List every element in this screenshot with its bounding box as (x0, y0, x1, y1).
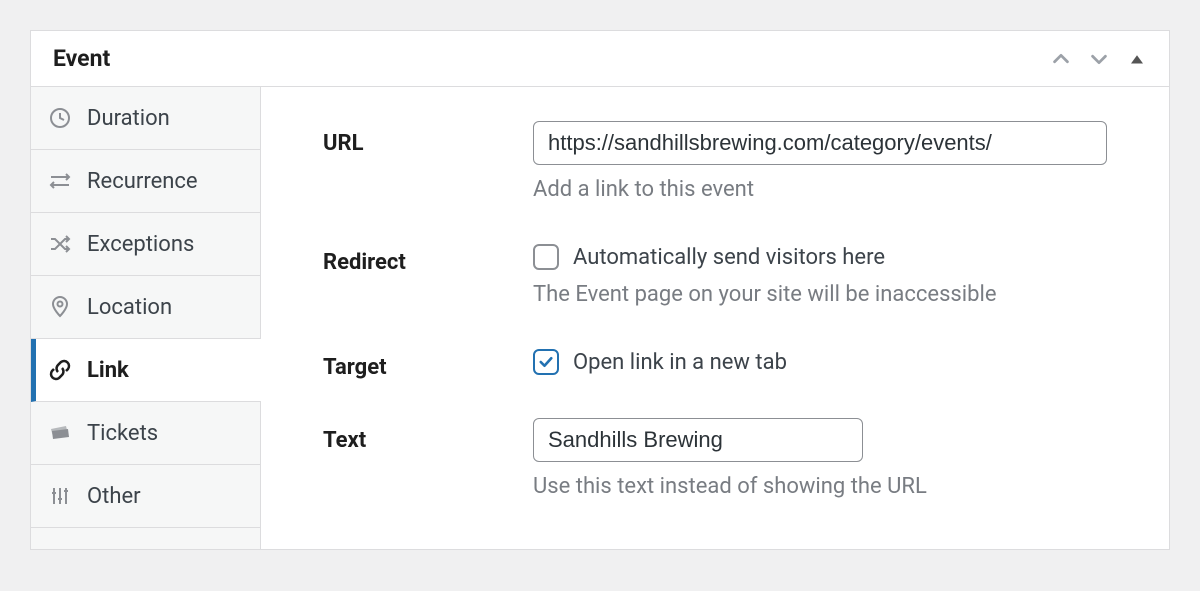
chevron-down-icon[interactable] (1087, 47, 1111, 71)
redirect-help: The Event page on your site will be inac… (533, 282, 1107, 307)
sidebar-item-label: Other (87, 484, 141, 509)
sidebar-item-label: Tickets (87, 421, 158, 446)
panel-body: Duration Recurrence Exceptions Location (31, 87, 1169, 549)
sidebar-item-recurrence[interactable]: Recurrence (31, 150, 260, 213)
shuffle-icon (47, 231, 73, 257)
sidebar-item-other[interactable]: Other (31, 465, 260, 528)
sliders-icon (47, 483, 73, 509)
target-checkbox[interactable] (533, 349, 559, 375)
panel-header: Event (31, 31, 1169, 87)
tab-content-link: URL Add a link to this event Redirect Au… (261, 87, 1169, 549)
tickets-icon (47, 420, 73, 446)
sidebar-item-label: Link (87, 358, 129, 383)
sidebar: Duration Recurrence Exceptions Location (31, 87, 261, 549)
sidebar-item-label: Location (87, 295, 172, 320)
sidebar-item-label: Exceptions (87, 232, 194, 257)
collapse-triangle-icon[interactable] (1125, 47, 1149, 71)
field-label-url: URL (323, 121, 533, 156)
text-input[interactable] (533, 418, 863, 462)
field-row-target: Target Open link in a new tab (323, 345, 1107, 380)
sidebar-item-link[interactable]: Link (31, 339, 261, 402)
sidebar-item-tickets[interactable]: Tickets (31, 402, 260, 465)
field-row-text: Text Use this text instead of showing th… (323, 418, 1107, 499)
text-help: Use this text instead of showing the URL (533, 474, 1107, 499)
sidebar-item-location[interactable]: Location (31, 276, 260, 339)
chevron-up-icon[interactable] (1049, 47, 1073, 71)
field-label-text: Text (323, 418, 533, 453)
repeat-icon (47, 168, 73, 194)
field-row-redirect: Redirect Automatically send visitors her… (323, 240, 1107, 307)
clock-icon (47, 105, 73, 131)
url-input[interactable] (533, 121, 1107, 165)
sidebar-item-exceptions[interactable]: Exceptions (31, 213, 260, 276)
header-actions (1049, 47, 1149, 71)
url-help: Add a link to this event (533, 177, 1107, 202)
link-icon (47, 357, 73, 383)
event-panel: Event Duration (30, 30, 1170, 550)
field-label-redirect: Redirect (323, 240, 533, 275)
panel-title: Event (53, 45, 110, 72)
redirect-checkbox[interactable] (533, 244, 559, 270)
field-label-target: Target (323, 345, 533, 380)
field-row-url: URL Add a link to this event (323, 121, 1107, 202)
sidebar-item-label: Recurrence (87, 169, 198, 194)
redirect-check-label[interactable]: Automatically send visitors here (573, 245, 885, 270)
location-pin-icon (47, 294, 73, 320)
sidebar-item-label: Duration (87, 106, 170, 131)
sidebar-item-duration[interactable]: Duration (31, 87, 260, 150)
target-check-label[interactable]: Open link in a new tab (573, 350, 787, 375)
